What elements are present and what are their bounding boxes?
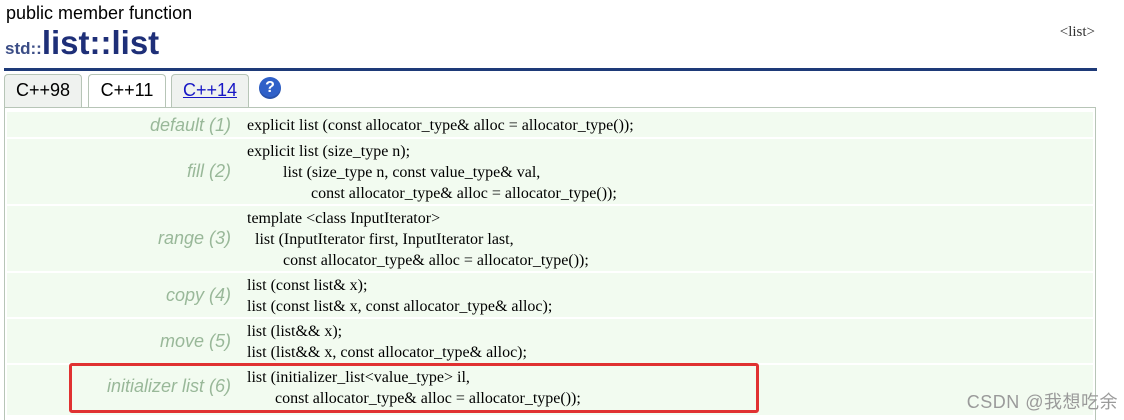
signature-row-initializer-list: initializer list (6) list (initializer_l…: [7, 365, 1093, 415]
signature-code: explicit list (size_type n); list (size_…: [247, 143, 617, 202]
signature-label: initializer list (6): [106, 376, 231, 396]
signature-row-fill: fill (2) explicit list (size_type n); li…: [7, 139, 1093, 204]
watermark: CSDN @我想吃余: [966, 392, 1118, 412]
signature-row-default: default (1) explicit list (const allocat…: [7, 112, 1093, 137]
signature-code: list (initializer_list<value_type> il, c…: [247, 369, 581, 407]
tab-cpp11[interactable]: C++11: [88, 74, 166, 109]
signatures-panel: default (1) explicit list (const allocat…: [4, 107, 1096, 420]
title-namespace: std::: [5, 39, 42, 58]
signature-label: range (3): [157, 228, 231, 248]
signature-label: copy (4): [165, 285, 231, 305]
title-divider: [4, 68, 1097, 71]
signature-label: fill (2): [187, 161, 231, 181]
member-kind-label: public member function: [6, 3, 193, 23]
signature-code: explicit list (const allocator_type& all…: [247, 117, 634, 134]
signature-row-range: range (3) template <class InputIterator>…: [7, 206, 1093, 271]
signature-label: default (1): [149, 115, 231, 135]
header-reference-link[interactable]: <list>: [1060, 24, 1095, 41]
help-icon[interactable]: ?: [259, 77, 281, 99]
page-title: std::list::list: [5, 26, 159, 59]
signature-row-copy: copy (4) list (const list& x); list (con…: [7, 273, 1093, 317]
signature-code: list (const list& x); list (const list& …: [247, 277, 553, 315]
signature-code: template <class InputIterator> list (Inp…: [247, 210, 589, 269]
signature-label: move (5): [159, 331, 231, 351]
signature-row-move: move (5) list (list&& x); list (list&& x…: [7, 319, 1093, 363]
tab-cpp14[interactable]: C++14: [171, 74, 249, 107]
tab-cpp98[interactable]: C++98: [4, 74, 82, 107]
signature-code: list (list&& x); list (list&& x, const a…: [247, 323, 527, 361]
title-name: list::list: [41, 24, 160, 61]
